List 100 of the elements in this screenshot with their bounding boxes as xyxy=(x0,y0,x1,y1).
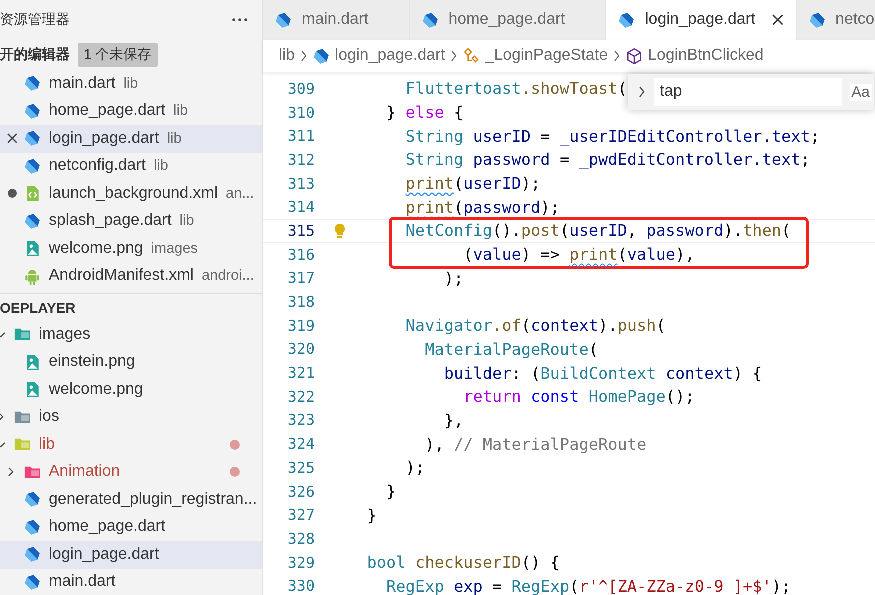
unsaved-dot-icon xyxy=(8,189,16,198)
chevron-right-icon xyxy=(300,50,308,62)
line-number: 312 xyxy=(286,150,315,169)
match-case-toggle[interactable]: Aa xyxy=(850,84,872,100)
line-number: 324 xyxy=(286,435,315,454)
code-line: print(password); xyxy=(404,198,560,217)
explorer-title: 资源管理器 xyxy=(0,11,70,29)
code-line: }, xyxy=(443,410,464,430)
line-number: 315 xyxy=(286,222,315,240)
android-icon xyxy=(24,268,41,285)
chevron-right-icon xyxy=(450,50,458,62)
class-icon xyxy=(463,48,480,64)
code-line: NetConfig().post(userID, password).then( xyxy=(404,221,792,240)
image-file-icon xyxy=(24,354,41,371)
line-number: 326 xyxy=(286,482,315,501)
dart-file-icon xyxy=(24,546,41,564)
find-field[interactable]: tap xyxy=(654,78,842,106)
image-file-icon xyxy=(24,240,41,258)
code-line: ); xyxy=(404,458,426,478)
code-line: return const HomePage(); xyxy=(462,387,695,406)
editor-tab[interactable]: main.dart xyxy=(263,0,410,40)
line-number: 316 xyxy=(286,246,315,264)
file-item[interactable]: home_page.dart xyxy=(0,514,262,541)
dart-file-icon xyxy=(313,48,330,64)
code-line: String password = _pwdEditController.text; xyxy=(404,150,810,170)
breadcrumb-item[interactable]: lib xyxy=(279,47,296,65)
breadcrumb-item[interactable]: login_page.dart xyxy=(335,47,446,65)
line-number: 328 xyxy=(286,530,315,548)
editor-tab[interactable]: home_page.dart xyxy=(410,0,606,40)
file-item[interactable]: generated_plugin_registran... xyxy=(0,486,262,514)
code-line: Fluttertoast.showToast( xyxy=(404,79,628,98)
folder-item[interactable]: lib xyxy=(0,431,262,458)
code-line: ); xyxy=(443,268,464,288)
more-icon[interactable] xyxy=(232,18,248,22)
file-item[interactable]: einstein.png xyxy=(0,348,262,376)
folder-item[interactable]: ios xyxy=(0,404,262,431)
line-number: 311 xyxy=(286,127,315,146)
code-line: Navigator.of(context).push( xyxy=(404,316,666,336)
modified-dot-icon xyxy=(230,440,240,450)
code-line: bool checkuserID() { xyxy=(366,553,560,572)
open-editor-item[interactable]: splash_page.dart lib xyxy=(0,208,262,235)
line-number: 322 xyxy=(286,388,315,406)
close-icon[interactable] xyxy=(772,14,784,26)
dart-file-icon xyxy=(24,212,41,230)
dart-file-icon xyxy=(24,75,41,92)
line-number: 310 xyxy=(286,104,315,122)
line-number: 313 xyxy=(286,174,315,193)
line-number: 319 xyxy=(286,316,315,335)
line-number: 320 xyxy=(286,340,315,358)
open-editor-item[interactable]: login_page.dart lib xyxy=(0,125,262,152)
chevron-right-icon[interactable] xyxy=(6,467,16,478)
line-number: 330 xyxy=(286,577,315,595)
editor-tab[interactable]: netco xyxy=(796,0,875,40)
code-line: (value) => print(value), xyxy=(462,245,695,264)
dart-file-icon xyxy=(24,102,41,120)
dart-file-icon xyxy=(24,491,41,508)
open-editor-item[interactable]: welcome.png images xyxy=(0,235,262,262)
unsaved-badge: 1 个未保存 xyxy=(78,43,158,67)
image-file-icon xyxy=(24,381,41,398)
open-editor-item[interactable]: netconfig.dart lib xyxy=(0,152,262,180)
open-editor-item[interactable]: home_page.dart lib xyxy=(0,98,262,125)
editor-tab[interactable]: login_page.dart xyxy=(606,0,797,40)
dart-file-icon xyxy=(24,574,41,591)
code-line: } xyxy=(386,482,396,502)
file-item[interactable]: main.dart xyxy=(0,568,262,595)
dart-file-icon xyxy=(808,12,826,28)
code-line: } xyxy=(366,506,377,525)
line-number: 309 xyxy=(286,80,315,98)
close-icon[interactable] xyxy=(6,133,18,144)
code-line: builder: (BuildContext context) { xyxy=(443,364,762,383)
file-item[interactable]: login_page.dart xyxy=(0,541,262,568)
dart-file-icon xyxy=(422,12,439,28)
line-number: 317 xyxy=(286,269,315,288)
file-item[interactable]: welcome.png xyxy=(0,376,262,404)
line-number: 318 xyxy=(286,293,315,312)
dart-file-icon xyxy=(24,518,41,536)
breadcrumb-item[interactable]: _LoginPageState xyxy=(485,47,608,65)
breadcrumb-item[interactable]: LoginBtnClicked xyxy=(648,47,764,65)
folder-item[interactable]: Animation xyxy=(0,458,262,486)
code-file-icon xyxy=(24,185,41,202)
code-line: } else { xyxy=(386,103,464,122)
open-editor-item[interactable]: main.dart lib xyxy=(0,70,262,98)
project-title[interactable]: OEPLAYER xyxy=(0,300,76,316)
dart-file-icon xyxy=(24,130,41,148)
code-line: String userID = _userIDEditController.text; xyxy=(404,126,820,146)
cube-icon xyxy=(626,48,644,64)
chevron-right-icon xyxy=(613,50,622,62)
dart-file-icon xyxy=(275,12,292,28)
open-editor-item[interactable]: AndroidManifest.xml androi... xyxy=(0,262,262,290)
line-number: 329 xyxy=(286,554,315,572)
open-editor-item[interactable]: launch_background.xml an... xyxy=(0,180,262,208)
code-line: MaterialPageRoute( xyxy=(424,340,598,359)
line-number: 323 xyxy=(286,411,315,430)
dart-file-icon xyxy=(618,12,636,28)
line-number: 314 xyxy=(286,198,315,216)
modified-dot-icon xyxy=(230,467,240,478)
folder-item[interactable]: images xyxy=(0,321,262,348)
code-line: ), // MaterialPageRoute xyxy=(424,434,647,454)
section-title[interactable]: 开的编辑器 xyxy=(0,46,70,64)
chevron-right-icon[interactable] xyxy=(638,86,646,98)
